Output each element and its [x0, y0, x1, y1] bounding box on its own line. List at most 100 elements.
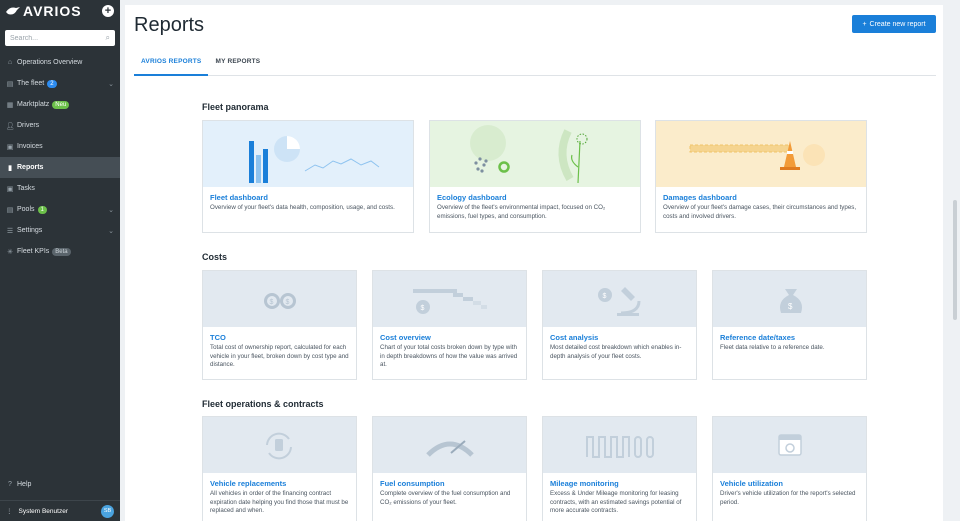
report-card-tco[interactable]: $ $ TCO Total cost of ownership report, …: [202, 270, 357, 380]
sidebar-item-label: Settings: [17, 227, 43, 234]
svg-text:$: $: [788, 302, 793, 311]
sidebar-item-label: Tasks: [17, 185, 35, 192]
kebab-menu-icon[interactable]: ⋮: [6, 507, 13, 515]
money-bag-icon: $: [780, 289, 802, 313]
mileage-monitoring-illustration: [543, 417, 696, 473]
sidebar-item-the-fleet[interactable]: ▤ The fleet 2 ⌄: [0, 73, 120, 94]
sidebar-item-invoices[interactable]: ▣ Invoices: [0, 136, 120, 157]
calendar-wheel-icon: [778, 434, 802, 456]
card-title: Mileage monitoring: [550, 479, 619, 488]
card-description: Chart of your total costs broken down by…: [380, 344, 518, 368]
report-card-fleet-dashboard[interactable]: Fleet dashboard Overview of your fleet's…: [202, 120, 414, 233]
search-input[interactable]: [10, 34, 100, 42]
microscope-icon: $: [598, 287, 641, 316]
svg-text:$: $: [286, 299, 290, 306]
report-card-damages-dashboard[interactable]: Damages dashboard Overview of your fleet…: [655, 120, 867, 233]
car-icon: ▤: [6, 80, 14, 88]
new-badge: Neu: [52, 100, 70, 109]
svg-text:$: $: [603, 293, 607, 300]
card-description: Excess & Under Mileage monitoring for le…: [550, 490, 682, 514]
chart-icon: ▮: [8, 164, 12, 172]
bird-logo-icon: [6, 7, 20, 15]
search-box[interactable]: ⌕: [5, 30, 115, 46]
brand-logo[interactable]: AVRIOS: [6, 3, 82, 19]
card-title: Fuel consumption: [380, 479, 445, 488]
card-description: Driver's vehicle utilization for the rep…: [720, 490, 856, 506]
tab-avrios-reports[interactable]: AVRIOS REPORTS: [134, 52, 209, 76]
section-title-costs: Costs: [202, 252, 228, 262]
kpi-icon: ✳: [7, 248, 13, 256]
fleet-chart-icon: [249, 136, 380, 183]
home-icon: ⌂: [7, 59, 13, 66]
report-card-vehicle-replacements[interactable]: Vehicle replacements All vehicles in ord…: [202, 416, 357, 521]
beta-badge: Beta: [52, 247, 71, 256]
tasks-icon: ▣: [6, 185, 14, 193]
report-card-cost-analysis[interactable]: $ Cost analysis Most detailed cost break…: [542, 270, 697, 380]
sidebar-item-label: Invoices: [17, 143, 43, 150]
card-title: Cost overview: [380, 333, 431, 342]
create-new-report-button[interactable]: + Create new report: [852, 15, 936, 33]
card-description: Most detailed cost breakdown which enabl…: [550, 344, 682, 360]
cost-analysis-illustration: $: [543, 271, 696, 327]
mileage-wave-icon: [586, 436, 654, 458]
tab-my-reports[interactable]: MY REPORTS: [208, 52, 267, 76]
chevron-down-icon[interactable]: ⌄: [108, 227, 114, 235]
sidebar-item-drivers[interactable]: 👤︎ Drivers: [0, 115, 120, 136]
card-title: Damages dashboard: [663, 193, 737, 202]
sidebar-item-tasks[interactable]: ▣ Tasks: [0, 178, 120, 199]
damages-dashboard-illustration: [656, 121, 866, 187]
section-title-fleet-panorama: Fleet panorama: [202, 102, 269, 112]
pools-count-badge: 1: [37, 205, 47, 214]
cost-bars-icon: $: [413, 289, 487, 314]
traffic-cone-icon: [689, 141, 825, 170]
avatar[interactable]: SB: [101, 504, 114, 518]
replace-cycle-icon: [266, 432, 292, 460]
person-icon: 👤︎: [5, 122, 15, 130]
brand-name: AVRIOS: [23, 3, 82, 19]
report-card-cost-overview[interactable]: $ Cost overview Chart of your total cost…: [372, 270, 527, 380]
plus-icon: +: [862, 20, 867, 28]
sidebar-item-settings[interactable]: ☰ Settings ⌄: [0, 220, 120, 241]
sidebar-item-label: Pools: [17, 206, 35, 213]
card-description: Complete overview of the fuel consumptio…: [380, 490, 511, 506]
card-description: Overview of your fleet's data health, co…: [210, 204, 395, 211]
card-title: Fleet dashboard: [210, 193, 268, 202]
ecology-plant-icon: [470, 125, 588, 184]
help-link[interactable]: ? Help: [6, 480, 31, 488]
card-title: Vehicle replacements: [210, 479, 287, 488]
binoculars-icon: $ $: [264, 293, 296, 309]
main-content: Reports + Create new report AVRIOS REPOR…: [125, 5, 943, 521]
sidebar-item-label: Operations Overview: [17, 59, 83, 66]
sidebar: AVRIOS + ⌕ ⌂ Operations Overview ▤ The f…: [0, 0, 120, 521]
sidebar-item-operations-overview[interactable]: ⌂ Operations Overview: [0, 52, 120, 73]
report-card-mileage-monitoring[interactable]: Mileage monitoring Excess & Under Mileag…: [542, 416, 697, 521]
vehicle-replacements-illustration: [203, 417, 356, 473]
card-description: Overview of your fleet's damage cases, t…: [663, 204, 857, 220]
sidebar-item-pools[interactable]: ▤ Pools 1 ⌄: [0, 199, 120, 220]
report-card-vehicle-utilization[interactable]: Vehicle utilization Driver's vehicle uti…: [712, 416, 867, 521]
card-description: All vehicles in order of the financing c…: [210, 490, 349, 514]
search-icon[interactable]: ⌕: [106, 33, 110, 43]
user-menu[interactable]: ⋮ System Benutzer SB: [0, 500, 120, 521]
sidebar-item-fleet-kpis[interactable]: ✳ Fleet KPIs Beta: [0, 241, 120, 262]
sidebar-item-marktplatz[interactable]: ▦ Marktplatz Neu: [0, 94, 120, 115]
sidebar-item-reports[interactable]: ▮ Reports: [0, 157, 120, 178]
card-title: Vehicle utilization: [720, 479, 783, 488]
help-icon: ?: [8, 480, 12, 488]
add-icon[interactable]: +: [102, 5, 114, 17]
user-name: System Benutzer: [18, 507, 69, 515]
reference-date-illustration: $: [713, 271, 866, 327]
report-card-reference-date-taxes[interactable]: $ Reference date/taxes Fleet data relati…: [712, 270, 867, 380]
report-card-ecology-dashboard[interactable]: Ecology dashboard Overview of the fleet'…: [429, 120, 641, 233]
help-label: Help: [17, 480, 32, 488]
page-title: Reports: [134, 14, 205, 36]
chevron-down-icon[interactable]: ⌄: [108, 80, 114, 88]
pool-icon: ▤: [6, 206, 14, 214]
card-title: TCO: [210, 333, 226, 342]
report-card-fuel-consumption[interactable]: Fuel consumption Complete overview of th…: [372, 416, 527, 521]
card-description: Overview of the fleet's environmental im…: [437, 204, 606, 220]
chevron-down-icon[interactable]: ⌄: [108, 206, 114, 214]
store-icon: ▦: [6, 101, 14, 109]
section-title-fleet-operations: Fleet operations & contracts: [202, 399, 324, 409]
page-scrollbar[interactable]: [953, 200, 957, 320]
